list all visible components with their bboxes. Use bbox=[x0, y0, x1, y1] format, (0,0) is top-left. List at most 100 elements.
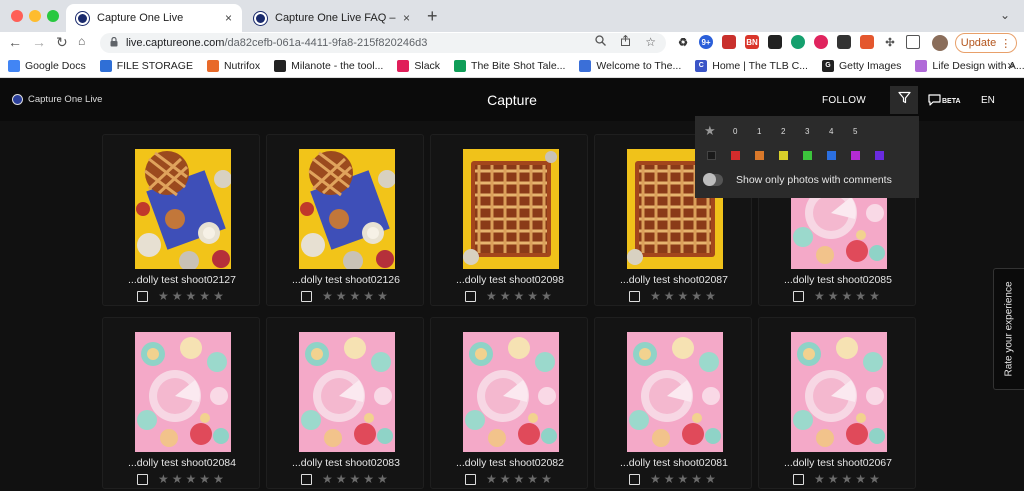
zoom-icon[interactable] bbox=[595, 35, 607, 49]
color-tag-filter-swatch[interactable] bbox=[851, 151, 860, 160]
photo-thumbnail[interactable] bbox=[791, 332, 887, 452]
photo-card[interactable]: ...dolly test shoot02098 ★ ★ ★ ★ ★ bbox=[430, 134, 588, 306]
rating-star-icon[interactable]: ★ bbox=[842, 290, 853, 302]
rating-filter-option[interactable]: 2 bbox=[781, 127, 785, 136]
notion-extension-icon[interactable] bbox=[768, 35, 782, 49]
rating-star-icon[interactable]: ★ bbox=[541, 290, 552, 302]
rating-star-icon[interactable]: ★ bbox=[158, 290, 169, 302]
rating-star-icon[interactable]: ★ bbox=[869, 290, 880, 302]
bookmark-item[interactable]: C Home | The TLB C... bbox=[695, 59, 808, 72]
close-window-button[interactable] bbox=[11, 10, 23, 22]
rating-star-icon[interactable]: ★ bbox=[213, 290, 224, 302]
color-tag-filter-swatch[interactable] bbox=[875, 151, 884, 160]
select-checkbox[interactable] bbox=[301, 290, 312, 302]
bookmark-item[interactable]: FILE STORAGE bbox=[99, 59, 193, 72]
select-checkbox[interactable] bbox=[793, 290, 804, 302]
rating-star-icon[interactable]: ★ bbox=[213, 473, 224, 485]
rating-star-icon[interactable]: ★ bbox=[691, 473, 702, 485]
color-tag-filter-swatch[interactable] bbox=[803, 151, 812, 160]
tab-capture-one-live[interactable]: Capture One Live × bbox=[66, 4, 242, 32]
milanote-extension-icon[interactable] bbox=[837, 35, 851, 49]
feedback-beta-button[interactable]: BETA bbox=[928, 94, 961, 108]
rating-star-icon[interactable]: ★ bbox=[650, 473, 661, 485]
comments-toggle-knob[interactable] bbox=[703, 173, 716, 186]
bookmark-item[interactable]: G Getty Images bbox=[821, 59, 901, 72]
rating-star-icon[interactable]: ★ bbox=[186, 290, 197, 302]
reload-button[interactable]: ↻ bbox=[56, 34, 68, 51]
rating-star-icon[interactable]: ★ bbox=[486, 473, 497, 485]
rating-star-icon[interactable]: ★ bbox=[172, 473, 183, 485]
address-bar[interactable]: live.captureone.com/da82cefb-061a-4411-9… bbox=[100, 33, 666, 53]
bookmark-item[interactable]: Welcome to The... bbox=[579, 59, 681, 72]
bookmark-item[interactable]: The Bite Shot Tale... bbox=[454, 59, 565, 72]
bookmark-item[interactable]: Google Docs bbox=[8, 59, 86, 72]
photo-thumbnail[interactable] bbox=[627, 332, 723, 452]
photo-thumbnail[interactable] bbox=[463, 332, 559, 452]
rating-star-icon[interactable]: ★ bbox=[855, 473, 866, 485]
share-icon[interactable] bbox=[620, 34, 631, 49]
bookmark-item[interactable]: Nutrifox bbox=[206, 59, 260, 72]
photo-thumbnail[interactable] bbox=[299, 149, 396, 271]
rating-star-icon[interactable]: ★ bbox=[336, 290, 347, 302]
rating-star-icon[interactable]: ★ bbox=[814, 473, 825, 485]
grammarly-extension-icon[interactable] bbox=[791, 35, 805, 49]
rating-star-icon[interactable]: ★ bbox=[500, 473, 511, 485]
follow-button[interactable]: FOLLOW bbox=[822, 95, 866, 106]
language-selector[interactable]: EN bbox=[981, 95, 995, 106]
select-checkbox[interactable] bbox=[465, 473, 476, 485]
rating-star-icon[interactable]: ★ bbox=[172, 290, 183, 302]
photo-card[interactable]: ...dolly test shoot02081 ★ ★ ★ ★ ★ bbox=[594, 317, 752, 489]
new-tab-button[interactable]: + bbox=[427, 6, 438, 27]
rating-star-icon[interactable]: ★ bbox=[377, 473, 388, 485]
rating-star-icon[interactable]: ★ bbox=[691, 290, 702, 302]
rating-star-icon[interactable]: ★ bbox=[350, 290, 361, 302]
rating-star-icon[interactable]: ★ bbox=[541, 473, 552, 485]
bookmark-star-icon[interactable]: ☆ bbox=[645, 35, 656, 49]
more-bookmarks-chevron-icon[interactable]: » bbox=[1007, 58, 1014, 72]
rating-star-icon[interactable]: ★ bbox=[363, 473, 374, 485]
rating-star-icon[interactable]: ★ bbox=[527, 473, 538, 485]
rating-star-icon[interactable]: ★ bbox=[514, 473, 525, 485]
update-button[interactable]: Update ⋮ bbox=[955, 33, 1017, 53]
rating-star-icon[interactable]: ★ bbox=[869, 473, 880, 485]
profile-avatar[interactable] bbox=[932, 35, 948, 51]
photo-thumbnail[interactable] bbox=[135, 149, 232, 271]
bookmark-item[interactable]: Milanote - the tool... bbox=[274, 59, 383, 72]
photo-thumbnail[interactable] bbox=[463, 149, 559, 269]
pinterest-extension-icon[interactable] bbox=[814, 35, 828, 49]
rating-filter-option[interactable]: 0 bbox=[733, 127, 737, 136]
rating-star-icon[interactable]: ★ bbox=[664, 290, 675, 302]
rating-star-icon[interactable]: ★ bbox=[199, 473, 210, 485]
rating-star-icon[interactable]: ★ bbox=[650, 290, 661, 302]
select-checkbox[interactable] bbox=[793, 473, 804, 485]
side-panel-icon[interactable] bbox=[906, 35, 920, 49]
forward-button[interactable]: → bbox=[32, 34, 46, 50]
color-tag-filter-swatch[interactable] bbox=[827, 151, 836, 160]
tab-capture-one-faq[interactable]: Capture One Live FAQ – Captu × bbox=[244, 4, 420, 32]
rating-star-icon[interactable]: ★ bbox=[814, 290, 825, 302]
rating-star-icon[interactable]: ★ bbox=[350, 473, 361, 485]
photo-card[interactable]: ...dolly test shoot02067 ★ ★ ★ ★ ★ bbox=[758, 317, 916, 489]
color-tag-filter-swatch[interactable] bbox=[755, 151, 764, 160]
home-icon[interactable]: ⌂ bbox=[78, 34, 85, 48]
rating-star-icon[interactable]: ★ bbox=[363, 290, 374, 302]
recycle-extension-icon[interactable]: ♻ bbox=[676, 35, 690, 49]
color-tag-filter-swatch[interactable] bbox=[779, 151, 788, 160]
select-checkbox[interactable] bbox=[137, 290, 148, 302]
select-checkbox[interactable] bbox=[465, 290, 476, 302]
zoom-window-button[interactable] bbox=[47, 10, 59, 22]
rating-star-icon[interactable]: ★ bbox=[322, 290, 333, 302]
minimize-window-button[interactable] bbox=[29, 10, 41, 22]
rating-star-icon[interactable]: ★ bbox=[842, 473, 853, 485]
gear-extension-icon[interactable]: 9+ bbox=[699, 35, 713, 49]
rating-filter-option[interactable]: 3 bbox=[805, 127, 809, 136]
close-tab-icon[interactable]: × bbox=[403, 11, 410, 25]
rating-star-icon[interactable]: ★ bbox=[377, 290, 388, 302]
color-tag-filter-swatch[interactable] bbox=[707, 151, 716, 160]
rating-star-icon[interactable]: ★ bbox=[336, 473, 347, 485]
rating-star-icon[interactable]: ★ bbox=[828, 290, 839, 302]
rating-star-icon[interactable]: ★ bbox=[828, 473, 839, 485]
rating-star-icon[interactable]: ★ bbox=[705, 290, 716, 302]
red-extension-icon[interactable] bbox=[722, 35, 736, 49]
rating-star-icon[interactable]: ★ bbox=[322, 473, 333, 485]
